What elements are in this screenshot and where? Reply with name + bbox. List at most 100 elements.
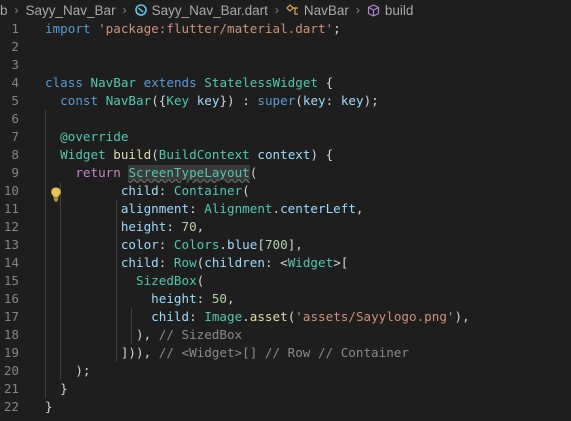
code-line[interactable]: 10 child: Container( (0, 182, 571, 200)
identifier-token: child (151, 309, 190, 324)
breadcrumb-label: Sayy_Nav_Bar.dart (151, 2, 268, 18)
code-content: import 'package:flutter/material.dart'; (45, 20, 341, 38)
identifier-token: alignment (120, 201, 190, 216)
line-number: 4 (11, 75, 19, 90)
breadcrumb-separator: › (14, 3, 19, 17)
code-content: height: 70, (45, 218, 204, 236)
function-token: build (113, 147, 152, 162)
code-text: . (242, 309, 250, 324)
type-token: Colors (173, 237, 220, 252)
code-text: ( (196, 273, 205, 288)
type-token: Alignment (204, 201, 273, 216)
code-line[interactable]: 5 const NavBar({Key key}) : super(key: k… (0, 92, 571, 110)
code-line[interactable]: 16 height: 50, (0, 290, 571, 308)
identifier-token: child (120, 183, 159, 198)
breadcrumb-item-file[interactable]: Sayy_Nav_Bar.dart (134, 3, 268, 18)
code-line[interactable]: 4 class NavBar extends StatelessWidget { (0, 74, 571, 92)
type-token: @override (60, 129, 129, 144)
code-line[interactable]: 21 } (0, 380, 571, 398)
code-text: [ (257, 237, 265, 252)
code-content: } (45, 398, 53, 416)
code-content: class NavBar extends StatelessWidget { (45, 74, 333, 92)
code-content: ])), // <Widget>[] // Row // Container (45, 344, 409, 362)
lightbulb-icon[interactable] (49, 186, 63, 202)
breadcrumb-item-method[interactable]: build (367, 3, 413, 18)
code-text: ])), (45, 345, 159, 360)
code-line[interactable]: 12 height: 70, (0, 218, 571, 236)
code-line[interactable]: 11 alignment: Alignment.centerLeft, (0, 200, 571, 218)
keyword-token: import (45, 21, 91, 36)
code-line[interactable]: 18 ), // SizedBox (0, 326, 571, 344)
type-token: SizedBox (136, 273, 197, 288)
code-text: ), (45, 327, 159, 342)
code-content: alignment: Alignment.centerLeft, (45, 200, 364, 218)
code-text: ); (363, 93, 379, 108)
type-token: StatelessWidget (204, 75, 319, 90)
code-line[interactable]: 7 @override (0, 128, 571, 146)
code-text: ( (295, 93, 303, 108)
code-text: : (166, 219, 182, 234)
line-number: 8 (11, 147, 19, 162)
code-text: }) : (219, 93, 258, 108)
code-text: ({ (151, 93, 167, 108)
identifier-token: key (196, 93, 220, 108)
line-number: 14 (3, 255, 19, 270)
code-text: ); (45, 363, 91, 378)
line-number: 12 (3, 219, 19, 234)
control-keyword-token: return (75, 165, 121, 180)
class-icon (286, 3, 300, 17)
breadcrumb-item-folder-b[interactable]: b (0, 3, 8, 18)
breadcrumb-item-class[interactable]: NavBar (286, 3, 349, 18)
identifier-token: height (151, 291, 197, 306)
line-number: 15 (3, 273, 19, 288)
code-line[interactable]: 3 (0, 56, 571, 74)
keyword-token: extends (143, 75, 197, 90)
code-line[interactable]: 20 ); (0, 362, 571, 380)
code-text: : (196, 291, 212, 306)
line-number: 13 (3, 237, 19, 252)
identifier-token: blue (227, 237, 258, 252)
type-token: Image (204, 309, 243, 324)
function-token: asset (249, 309, 288, 324)
code-line[interactable]: 17 child: Image.asset('assets/Sayylogo.p… (0, 308, 571, 326)
code-text: ; (333, 21, 341, 36)
type-token: Key (166, 93, 190, 108)
code-content: height: 50, (45, 290, 234, 308)
keyword-token: const (60, 93, 99, 108)
code-line[interactable]: 15 SizedBox( (0, 272, 571, 290)
code-line[interactable]: 2 (0, 38, 571, 56)
code-content: @override (45, 128, 128, 146)
code-line[interactable]: 14 child: Row(children: <Widget>[ (0, 254, 571, 272)
identifier-token: children (204, 255, 265, 270)
code-line[interactable]: 13 color: Colors.blue[700], (0, 236, 571, 254)
code-text: : (189, 201, 205, 216)
type-token: Container (173, 183, 243, 198)
code-line[interactable]: 1 import 'package:flutter/material.dart'; (0, 20, 571, 38)
code-line[interactable]: 22} (0, 398, 571, 416)
identifier-token: height (120, 219, 167, 234)
code-text: : (158, 237, 174, 252)
identifier-token: key (340, 93, 364, 108)
code-line[interactable]: 9 return ScreenTypeLayout( (0, 164, 571, 182)
code-line[interactable]: 8 Widget build(BuildContext context) { (0, 146, 571, 164)
code-editor[interactable]: 22} 21 } 20 ); 19 ])), // <Widget>[] // Row… (0, 20, 571, 421)
code-text: ) { (310, 147, 334, 162)
code-text: ( (242, 183, 250, 198)
breadcrumb-separator: › (355, 3, 360, 17)
code-line[interactable]: 6 (0, 110, 571, 128)
type-token: Widget (60, 147, 106, 162)
code-content: return ScreenTypeLayout( (45, 164, 257, 182)
code-text: ), (454, 309, 470, 324)
line-number: 2 (11, 39, 19, 54)
line-number: 19 (3, 345, 19, 360)
highlighted-symbol: ScreenTypeLayout (128, 165, 250, 180)
code-line[interactable]: 19 ])), // <Widget>[] // Row // Containe… (0, 344, 571, 362)
breadcrumb-item-project-folder[interactable]: Sayy_Nav_Bar (26, 3, 116, 18)
